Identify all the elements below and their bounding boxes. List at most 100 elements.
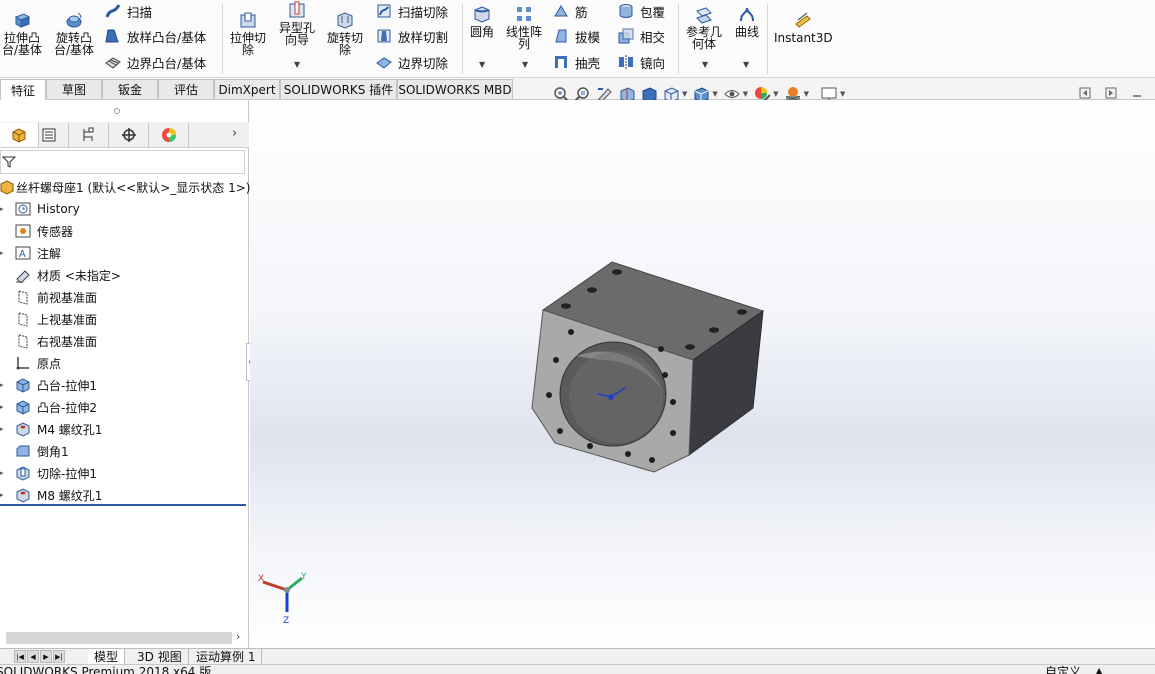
expand-arrow-icon[interactable]: ▸ bbox=[0, 469, 14, 477]
tree-item-material[interactable]: 材质 <未指定> bbox=[0, 264, 121, 286]
rollback-bar[interactable] bbox=[0, 504, 246, 506]
wrap-button[interactable]: 包覆 bbox=[617, 0, 665, 22]
tab-navigation-arrows: |◀ ◀ ▶ ▶| bbox=[14, 650, 88, 663]
rib-button[interactable]: 筋 bbox=[552, 0, 588, 22]
plane-icon bbox=[14, 288, 32, 306]
panel-grip-icon[interactable] bbox=[114, 108, 120, 114]
view-orientation-dropdown-icon[interactable]: ▼ bbox=[682, 90, 687, 98]
ribbon-separator bbox=[462, 4, 463, 74]
tree-item-boss-extrude1[interactable]: ▸ 凸台-拉伸1 bbox=[0, 374, 97, 396]
hole-wizard-button[interactable]: 异型孔 向导 bbox=[279, 0, 315, 46]
expand-arrow-icon[interactable]: ▸ bbox=[0, 381, 14, 389]
scroll-right-icon[interactable]: › bbox=[236, 630, 240, 643]
hole-wizard-dropdown[interactable]: ▼ bbox=[294, 60, 300, 69]
configuration-icon bbox=[83, 127, 94, 141]
last-tab-icon[interactable]: ▶| bbox=[53, 650, 65, 663]
tab-evaluate[interactable]: 评估 bbox=[158, 79, 214, 99]
expand-arrow-icon[interactable]: ▸ bbox=[0, 491, 14, 499]
graphics-area[interactable]: X Y Z bbox=[250, 100, 1155, 648]
display-style-dropdown-icon[interactable]: ▼ bbox=[712, 90, 717, 98]
revolve-boss-button[interactable]: 旋转凸 台/基体 bbox=[54, 10, 94, 56]
fillet-button[interactable]: 圆角 bbox=[470, 4, 494, 38]
instant3d-button[interactable]: Instant3D bbox=[774, 10, 833, 44]
units-dropdown-icon[interactable]: ▲ bbox=[1096, 665, 1102, 674]
scene-dropdown-icon[interactable]: ▼ bbox=[804, 90, 809, 98]
sweep-icon bbox=[105, 4, 121, 18]
mirror-button[interactable]: 镜向 bbox=[617, 51, 665, 73]
shell-label: 抽壳 bbox=[575, 55, 601, 71]
appearance-dropdown-icon[interactable]: ▼ bbox=[773, 90, 778, 98]
tab-sheet-metal[interactable]: 钣金 bbox=[102, 79, 158, 99]
feature-tree-icon bbox=[12, 128, 26, 143]
revolve-cut-button[interactable]: 旋转切 除 bbox=[327, 10, 363, 56]
tab-solidworks-addins[interactable]: SOLIDWORKS 插件 bbox=[280, 79, 397, 99]
tree-item-history[interactable]: ▸ History bbox=[0, 198, 80, 220]
curves-dropdown[interactable]: ▼ bbox=[743, 60, 749, 69]
part-icon bbox=[0, 178, 14, 196]
scrollbar-thumb[interactable] bbox=[6, 632, 232, 644]
extrude-cut-button[interactable]: 拉伸切 除 bbox=[230, 10, 266, 56]
tree-item-m8-tapped-hole1[interactable]: ▸ M8 螺纹孔1 bbox=[0, 484, 102, 506]
curves-button[interactable]: 曲线 bbox=[735, 4, 759, 38]
view-settings-dropdown-icon[interactable]: ▼ bbox=[840, 90, 845, 98]
tree-root-part[interactable]: 丝杆螺母座1 (默认<<默认>_显示状态 1>) bbox=[0, 176, 250, 198]
tree-item-front-plane[interactable]: 前视基准面 bbox=[0, 286, 97, 308]
tab-dimxpert[interactable]: DimXpert bbox=[214, 79, 280, 99]
expand-arrow-icon[interactable]: ▸ bbox=[0, 403, 14, 411]
shell-button[interactable]: 抽壳 bbox=[552, 51, 600, 73]
expand-arrow-icon[interactable]: ▸ bbox=[0, 425, 14, 433]
lofted-cut-button[interactable]: 放样切割 bbox=[375, 25, 448, 47]
boundary-boss-button[interactable]: 边界凸台/基体 bbox=[104, 51, 206, 73]
first-tab-icon[interactable]: |◀ bbox=[14, 650, 26, 663]
swept-cut-button[interactable]: 扫描切除 bbox=[375, 0, 448, 22]
reference-geometry-dropdown[interactable]: ▼ bbox=[702, 60, 708, 69]
boundary-cut-icon bbox=[376, 57, 392, 69]
intersect-button[interactable]: 相交 bbox=[617, 25, 665, 47]
tab-3d-views[interactable]: 3D 视图 bbox=[131, 649, 189, 664]
minimize-viewport-icon[interactable] bbox=[1130, 86, 1144, 100]
tab-motion-study-1[interactable]: 运动算例 1 bbox=[190, 649, 263, 664]
loft-boss-button[interactable]: 放样凸台/基体 bbox=[104, 25, 206, 47]
configuration-manager-tab[interactable] bbox=[70, 123, 109, 147]
restore-left-icon[interactable] bbox=[1078, 86, 1092, 100]
expand-arrow-icon[interactable]: ▸ bbox=[0, 249, 14, 257]
restore-right-icon[interactable] bbox=[1104, 86, 1118, 100]
boundary-cut-button[interactable]: 边界切除 bbox=[375, 51, 448, 73]
origin-icon bbox=[14, 354, 32, 372]
extrude-boss-button[interactable]: 拉伸凸 台/基体 bbox=[2, 10, 42, 56]
tree-item-origin[interactable]: 原点 bbox=[0, 352, 61, 374]
dimxpert-manager-tab[interactable] bbox=[110, 123, 149, 147]
tree-item-right-plane[interactable]: 右视基准面 bbox=[0, 330, 97, 352]
prev-tab-icon[interactable]: ◀ bbox=[27, 650, 39, 663]
draft-button[interactable]: 拔模 bbox=[552, 25, 600, 47]
property-manager-tab[interactable] bbox=[30, 123, 69, 147]
filter-icon[interactable] bbox=[2, 155, 16, 169]
tree-item-cut-extrude1[interactable]: ▸ 切除-拉伸1 bbox=[0, 462, 97, 484]
tree-filter[interactable] bbox=[0, 150, 245, 174]
tree-item-label: 原点 bbox=[37, 356, 62, 371]
next-tab-icon[interactable]: ▶ bbox=[40, 650, 52, 663]
intersect-icon bbox=[618, 28, 634, 44]
units-selector[interactable]: 自定义 bbox=[1045, 666, 1081, 674]
panel-scroll-right-icon[interactable]: › bbox=[232, 126, 237, 141]
tab-sketch[interactable]: 草图 bbox=[46, 79, 102, 99]
hide-show-dropdown-icon[interactable]: ▼ bbox=[743, 90, 748, 98]
part-model[interactable] bbox=[250, 100, 1155, 648]
display-manager-tab[interactable] bbox=[150, 123, 189, 147]
reference-geometry-button[interactable]: 参考几 何体 bbox=[686, 4, 722, 50]
tab-solidworks-mbd[interactable]: SOLIDWORKS MBD bbox=[397, 79, 513, 99]
tab-features[interactable]: 特征 bbox=[0, 79, 46, 100]
tree-horizontal-scrollbar[interactable]: › bbox=[0, 630, 249, 646]
linear-pattern-button[interactable]: 线性阵 列 bbox=[506, 4, 542, 50]
tree-item-sensors[interactable]: 传感器 bbox=[0, 220, 73, 242]
tree-item-annotations[interactable]: ▸ A 注解 bbox=[0, 242, 61, 264]
sweep-button[interactable]: 扫描 bbox=[104, 0, 152, 22]
fillet-dropdown[interactable]: ▼ bbox=[479, 60, 485, 69]
tree-item-boss-extrude2[interactable]: ▸ 凸台-拉伸2 bbox=[0, 396, 97, 418]
tree-item-top-plane[interactable]: 上视基准面 bbox=[0, 308, 97, 330]
tree-item-chamfer1[interactable]: 倒角1 bbox=[0, 440, 69, 462]
expand-arrow-icon[interactable]: ▸ bbox=[0, 205, 14, 213]
linear-pattern-dropdown[interactable]: ▼ bbox=[522, 60, 528, 69]
tree-item-m4-tapped-hole1[interactable]: ▸ M4 螺纹孔1 bbox=[0, 418, 102, 440]
tab-model[interactable]: 模型 bbox=[88, 649, 126, 664]
